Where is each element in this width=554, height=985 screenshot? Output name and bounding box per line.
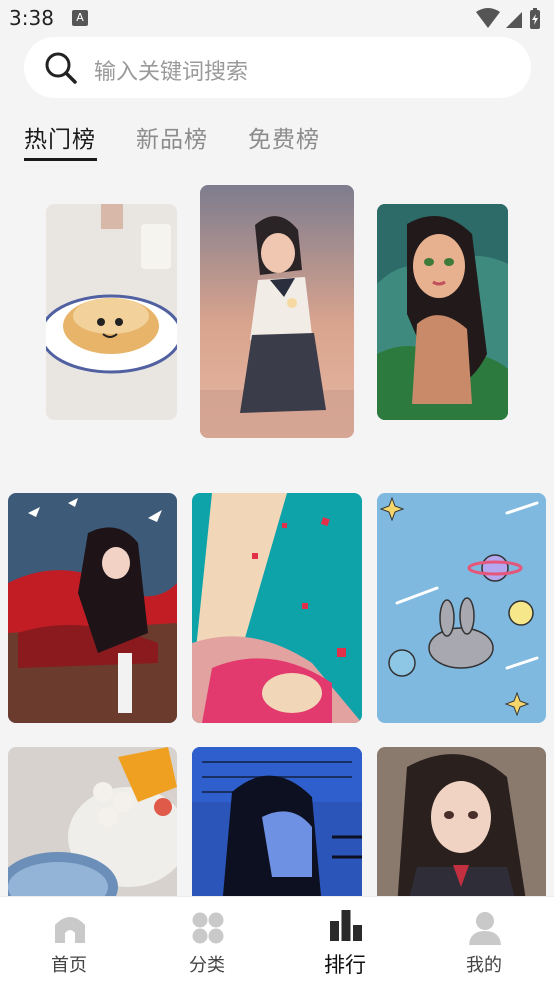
profile-icon — [469, 912, 501, 945]
tab-hot[interactable]: 热门榜 — [24, 120, 96, 154]
wallpaper-thumbnail — [192, 747, 362, 907]
wallpaper-card[interactable] — [192, 747, 362, 907]
wallpaper-thumbnail — [8, 493, 177, 723]
ranking-bars-icon — [330, 910, 362, 941]
wallpaper-card[interactable] — [192, 493, 362, 723]
notification-badge-icon: A — [72, 10, 88, 26]
status-bar: 3:38 A — [0, 0, 554, 36]
podium-card-rank-1[interactable] — [200, 185, 354, 438]
wallpaper-thumbnail — [377, 493, 546, 723]
nav-home-label: 首页 — [51, 955, 87, 976]
nav-profile-label: 我的 — [466, 955, 502, 976]
wallpaper-thumbnail — [200, 185, 354, 438]
wallpaper-card[interactable] — [8, 747, 177, 907]
bottom-navigation: 首页 分类 排行 我的 — [0, 896, 554, 985]
podium-card-rank-2[interactable] — [46, 204, 177, 420]
tab-new[interactable]: 新品榜 — [136, 120, 208, 154]
podium-card-rank-3[interactable] — [377, 204, 508, 420]
status-icons — [476, 8, 540, 29]
wallpaper-thumbnail — [377, 204, 508, 420]
status-time: 3:38 — [9, 6, 54, 30]
wallpaper-card[interactable] — [377, 493, 546, 723]
ranking-tabs: 热门榜 新品榜 免费榜 — [24, 120, 424, 164]
wallpaper-thumbnail — [8, 747, 177, 907]
nav-category-label: 分类 — [189, 955, 225, 976]
wifi-icon — [476, 8, 500, 28]
search-bar[interactable]: 输入关键词搜索 — [24, 37, 531, 98]
signal-icon — [506, 12, 522, 28]
nav-category[interactable]: 分类 — [138, 897, 276, 985]
nav-ranking-label: 排行 — [324, 953, 366, 977]
wallpaper-thumbnail — [192, 493, 362, 723]
nav-profile[interactable]: 我的 — [415, 897, 553, 985]
home-icon — [55, 917, 85, 943]
tab-free[interactable]: 免费榜 — [248, 120, 320, 154]
active-tab-indicator — [24, 158, 97, 161]
wallpaper-card[interactable] — [8, 493, 177, 723]
nav-home[interactable]: 首页 — [0, 897, 138, 985]
wallpaper-thumbnail — [46, 204, 177, 420]
category-grid-icon — [192, 912, 224, 944]
wallpaper-thumbnail — [377, 747, 546, 907]
search-icon — [45, 52, 77, 84]
nav-ranking[interactable]: 排行 — [276, 897, 414, 985]
wallpaper-card[interactable] — [377, 747, 546, 907]
search-input[interactable]: 输入关键词搜索 — [94, 54, 248, 86]
battery-charging-icon — [530, 8, 540, 29]
